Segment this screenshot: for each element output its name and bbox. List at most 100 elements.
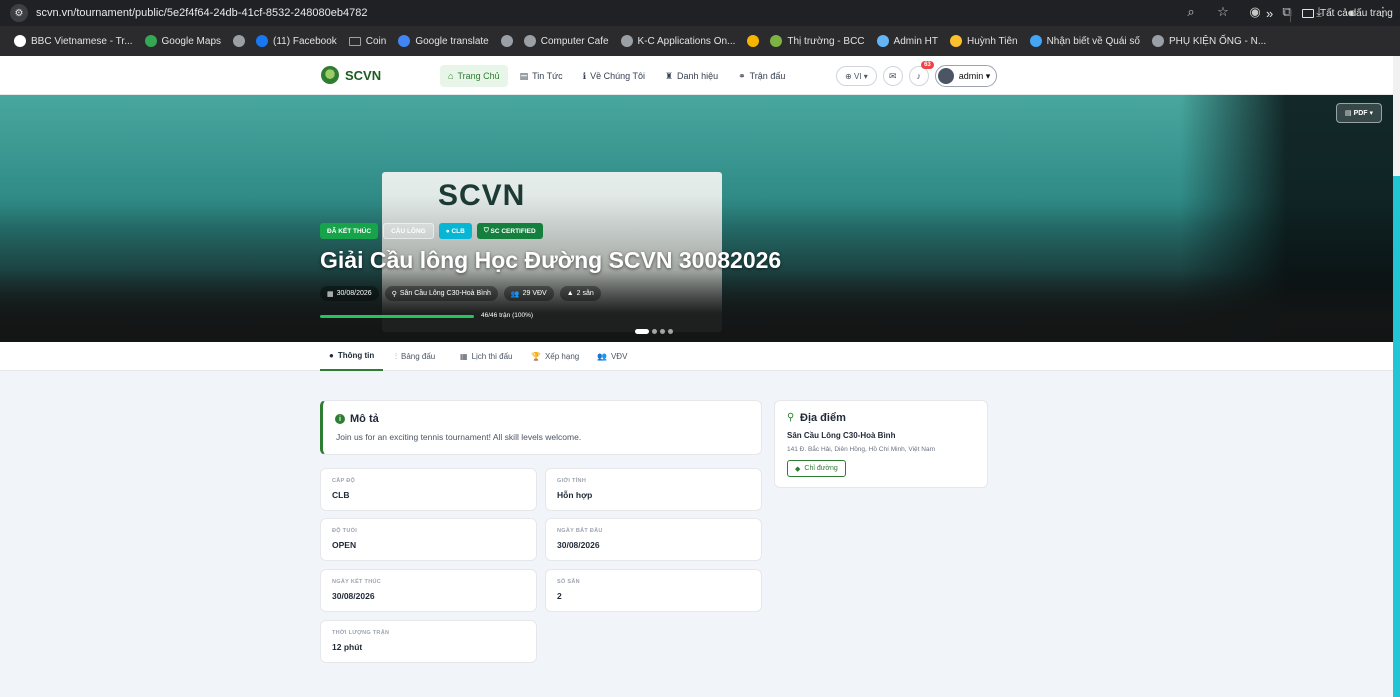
nav-item-4[interactable]: ⚭ Trận đấu [730, 65, 793, 87]
url-text[interactable]: scvn.vn/tournament/public/5e2f4f64-24db-… [36, 7, 367, 19]
meta-icon: ▲ [566, 290, 574, 297]
user-menu[interactable]: admin ▾ [934, 65, 998, 87]
info-card: ĐỘ TUỔI OPEN [320, 518, 537, 561]
tab-2[interactable]: ▦ Lịch thi đấu [460, 342, 512, 371]
bookmark-item[interactable]: Computer Cafe [523, 35, 609, 47]
bcc-icon [770, 35, 783, 47]
chevron-down-icon: ▾ [983, 70, 991, 81]
site-icon [747, 35, 760, 47]
bookmark-label: BBC Vietnamese - Tr... [31, 35, 133, 47]
carousel-dot[interactable] [668, 329, 673, 334]
carousel-dot[interactable] [652, 329, 657, 334]
directions-button[interactable]: ◆ Chỉ đường [787, 460, 846, 477]
bbc-icon [14, 35, 26, 47]
sport-badge: CẦU LÔNG [383, 223, 434, 239]
tab-4[interactable]: 👥 VĐV [597, 342, 627, 371]
tab-1[interactable]: ⫶ Bảng đấu [395, 342, 435, 371]
brand-logo[interactable]: SCVN [321, 66, 381, 84]
nav-label: Về Chúng Tôi [590, 71, 645, 81]
tab-3[interactable]: 🏆 Xếp hạng [531, 342, 579, 371]
bookmark-item[interactable]: Coin [348, 35, 387, 47]
info-label: ĐỘ TUỔI [332, 528, 358, 534]
carousel-dot[interactable] [635, 329, 649, 334]
info-label: GIỚI TÍNH [557, 478, 587, 484]
info-card: NGÀY BẮT ĐẦU 30/08/2026 [545, 518, 762, 561]
bookmark-item[interactable]: Thị trường - BCC [770, 35, 865, 47]
bookmark-item[interactable] [747, 35, 764, 47]
shuttlecock-logo-icon [321, 66, 339, 84]
translate-icon [398, 35, 411, 47]
pdf-export-button[interactable]: ▤ PDF ▾ [1336, 103, 1383, 123]
meta-text: 29 VĐV [522, 290, 547, 297]
bookmark-item[interactable]: Google translate [398, 35, 489, 47]
tab-icon: ● [329, 351, 334, 360]
tab-label: Lịch thi đấu [471, 352, 513, 361]
bookmark-star-icon[interactable]: ☆ [1214, 4, 1232, 20]
bookmarks-more-icon[interactable]: » [1266, 6, 1273, 21]
info-card: GIỚI TÍNH Hỗn hợp [545, 468, 762, 511]
carousel-dots [635, 329, 673, 334]
all-bookmarks-folder[interactable]: Tất cả dấu trang [1302, 8, 1393, 19]
bookmark-item[interactable]: PHỤ KIỆN ỐNG - N... [1151, 35, 1267, 47]
info-value: 30/08/2026 [557, 540, 600, 550]
location-title: Địa điểm [800, 412, 846, 424]
info-card: THỜI LƯỢNG TRẬN 12 phút [320, 620, 537, 663]
chat-button[interactable]: ✉ [882, 66, 903, 86]
extensions-puzzle-icon[interactable]: ⧉ [1278, 4, 1296, 20]
notification-badge: 63 [921, 61, 934, 69]
nav-icon: ⌂ [448, 71, 454, 81]
description-title: Mô tả [350, 413, 379, 425]
info-card: CẤP ĐỘ CLB [320, 468, 537, 511]
shield-icon: ⛉ [483, 227, 491, 234]
bookmarks-separator [1290, 8, 1291, 22]
carousel-dot[interactable] [660, 329, 665, 334]
extension-icon[interactable]: ◉ [1246, 4, 1264, 20]
info-value: 2 [557, 591, 562, 601]
bookmark-item[interactable]: Google Maps [144, 35, 221, 47]
bookmark-label: Computer Cafe [540, 35, 609, 47]
nav-item-3[interactable]: ♜ Danh hiệu [657, 65, 726, 87]
nav-item-2[interactable]: ℹ Về Chúng Tôi [575, 65, 653, 87]
main-nav: ⌂ Trang Chủ ▤ Tin Tức ℹ Về Chúng Tôi ♜ Danh hiệ… [440, 65, 793, 87]
bookmark-item[interactable] [500, 35, 518, 47]
bookmark-item[interactable]: K-C Applications On... [620, 35, 735, 47]
bookmark-label: Admin HT [893, 35, 938, 47]
description-text: Join us for an exciting tennis tournamen… [336, 432, 582, 442]
info-value: 12 phút [332, 642, 363, 652]
language-selector[interactable]: ⊕ VI ▾ [836, 66, 877, 86]
bookmark-item[interactable]: (11) Facebook [256, 35, 337, 47]
location-card: ⚲ Địa điểm Sân Cầu Lông C30-Hoà Bình 141… [774, 400, 988, 488]
tab-0[interactable]: ● Thông tin [320, 342, 384, 371]
language-label: VI [853, 71, 862, 81]
brand-name: SCVN [345, 67, 382, 83]
tab-icon: ▦ [460, 352, 468, 361]
bookmark-label: PHỤ KIỆN ỐNG - N... [1168, 35, 1267, 47]
meta-icon: 👥 [510, 290, 520, 298]
nav-icon: ⚭ [738, 70, 746, 81]
nav-item-1[interactable]: ▤ Tin Tức [512, 65, 571, 87]
pdf-icon: ▤ [1345, 110, 1354, 117]
site-settings-icon[interactable]: ⚙ [10, 4, 28, 22]
bookmark-item[interactable]: Admin HT [876, 35, 938, 47]
globe-icon [500, 35, 513, 47]
bookmark-item[interactable]: BBC Vietnamese - Tr... [14, 35, 133, 47]
meta-icon: ⚲ [391, 290, 397, 298]
nav-item-0[interactable]: ⌂ Trang Chủ [440, 65, 508, 87]
nav-label: Trận đấu [749, 71, 786, 81]
certified-badge: ⛉ SC CERTIFIED [476, 223, 543, 239]
admin-icon [876, 35, 889, 47]
info-value: CLB [332, 490, 350, 500]
bookmark-label: Coin [365, 35, 387, 47]
scrollbar-thumb[interactable] [1393, 176, 1400, 697]
level-badge: ● CLB [438, 223, 472, 239]
info-value: OPEN [332, 540, 357, 550]
notification-button[interactable]: ♪ 63 [908, 61, 934, 86]
bell-icon: ♪ [916, 71, 922, 81]
bookmark-item[interactable]: Huỳnh Tiên [949, 35, 1018, 47]
venue-address: 141 Đ. Bắc Hải, Diên Hồng, Hồ Chí Minh, … [787, 446, 936, 453]
bookmark-item[interactable] [233, 35, 250, 47]
venue-name: Sân Cầu Lông C30-Hoà Bình [787, 431, 896, 440]
zoom-icon[interactable]: ⌕ [1182, 4, 1200, 20]
tab-icon: ⫶ [395, 351, 397, 361]
bookmark-item[interactable]: Nhận biết về Quái số [1029, 35, 1140, 47]
